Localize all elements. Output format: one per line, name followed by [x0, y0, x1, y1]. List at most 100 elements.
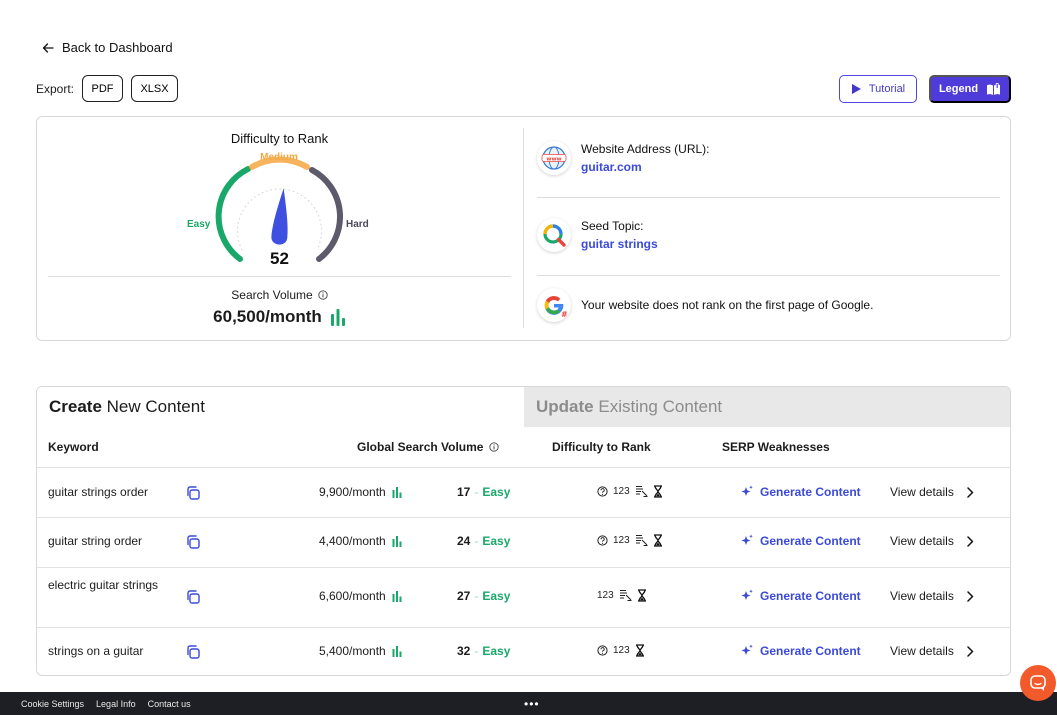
divider: [37, 467, 1010, 468]
website-link[interactable]: guitar.com: [581, 160, 710, 174]
hourglass-icon: [635, 644, 644, 657]
summary-card: Difficulty to Rank Medium Easy Hard 52 S…: [36, 116, 1011, 341]
website-row: www Website Address (URL): guitar.com: [537, 141, 1000, 175]
volume-value: 6,600/month: [319, 589, 386, 603]
info-icon[interactable]: [318, 290, 328, 300]
copy-icon[interactable]: [185, 534, 201, 555]
view-details-link[interactable]: View details: [890, 534, 974, 548]
google-rank-note: Your website does not rank on the first …: [581, 298, 874, 312]
generate-content-button[interactable]: Generate Content: [740, 534, 861, 548]
sparkle-icon: [741, 534, 753, 545]
question-icon: [597, 486, 608, 497]
column-header-difficulty: Difficulty to Rank: [552, 440, 651, 454]
footer-cookie-settings-link[interactable]: Cookie Settings: [21, 699, 84, 709]
view-details-link[interactable]: View details: [890, 644, 974, 658]
back-to-dashboard-link[interactable]: Back to Dashboard: [42, 40, 173, 55]
book-icon: [987, 82, 1001, 95]
bar-chart-icon: [330, 308, 345, 326]
gauge-title: Difficulty to Rank: [230, 131, 329, 146]
svg-text:#: #: [561, 310, 567, 318]
serp-code: 123: [597, 590, 614, 601]
gauge-label-hard: Hard: [346, 219, 369, 230]
gauge-segment-hard: [309, 167, 343, 262]
keyword-table-card: Create New Content Update Existing Conte…: [36, 386, 1011, 676]
volume-value: 4,400/month: [319, 534, 386, 548]
horizontal-scrollbar[interactable]: [732, 675, 872, 676]
google-icon: #: [537, 288, 571, 322]
divider: [37, 567, 1010, 568]
sparkle-icon: [741, 485, 753, 496]
vertical-divider: [523, 128, 524, 328]
chat-widget-button[interactable]: [1020, 665, 1056, 701]
serp-code: 123: [613, 645, 630, 656]
search-volume-value: 60,500/month: [213, 307, 322, 326]
tutorial-button[interactable]: Tutorial: [839, 75, 917, 103]
difficulty-level: Easy: [482, 534, 511, 548]
legend-label: Legend: [938, 83, 979, 95]
keyword-cell: electric guitar strings: [48, 578, 159, 592]
copy-icon[interactable]: [185, 485, 201, 506]
export-pdf-button[interactable]: PDF: [82, 75, 124, 102]
gauge-label-easy: Easy: [187, 219, 211, 230]
bar-chart-icon: [392, 645, 402, 657]
tab-update-existing-content[interactable]: Update Existing Content: [524, 387, 1010, 427]
keyword-cell: guitar strings order: [48, 485, 149, 499]
difficulty-cell: 24- Easy: [457, 534, 511, 548]
more-dots-icon[interactable]: •••: [524, 692, 540, 715]
chat-icon: [1030, 675, 1046, 691]
keyword-cell: strings on a guitar: [48, 644, 144, 658]
website-label: Website Address (URL):: [581, 142, 710, 156]
difficulty-cell: 32- Easy: [457, 644, 511, 658]
serp-weaknesses: 123: [597, 589, 647, 602]
copy-icon[interactable]: [185, 589, 201, 610]
question-icon: [597, 645, 608, 656]
view-details-label: View details: [890, 644, 954, 658]
generate-content-button[interactable]: Generate Content: [740, 485, 861, 499]
volume-cell: 6,600/month: [319, 589, 402, 603]
view-details-link[interactable]: View details: [890, 589, 974, 603]
column-header-volume-label: Global Search Volume: [357, 440, 484, 454]
search-volume-heading: Search Volume: [37, 288, 522, 302]
globe-www-icon: www: [537, 141, 571, 175]
play-icon: [851, 84, 861, 94]
export-group: Export: PDF XLSX: [36, 75, 179, 102]
difficulty-score: 27: [457, 589, 471, 603]
gauge-needle: [271, 188, 288, 245]
serp-code: 123: [613, 535, 630, 546]
footer-legal-info-link[interactable]: Legal Info: [96, 699, 136, 709]
difficulty-score: 32: [457, 644, 471, 658]
gauge-label-medium: Medium: [260, 152, 298, 163]
search-magnifier-icon: [537, 218, 571, 252]
export-xlsx-button[interactable]: XLSX: [131, 75, 179, 102]
bar-chart-icon: [392, 486, 402, 498]
serp-weaknesses: 123: [597, 644, 645, 657]
bar-chart-icon: [392, 590, 402, 602]
generate-content-label: Generate Content: [760, 589, 861, 603]
volume-cell: 5,400/month: [319, 644, 402, 658]
info-icon[interactable]: [489, 442, 500, 452]
generate-content-button[interactable]: Generate Content: [740, 589, 861, 603]
text-document-icon: [635, 535, 648, 546]
view-details-link[interactable]: View details: [890, 485, 974, 499]
copy-icon[interactable]: [185, 644, 201, 665]
volume-value: 9,900/month: [319, 485, 386, 499]
bar-chart-icon: [392, 535, 402, 547]
serp-weaknesses: 123: [597, 534, 663, 547]
view-details-label: View details: [890, 534, 954, 548]
tab-create-new-content[interactable]: Create New Content: [37, 387, 524, 427]
divider: [37, 517, 1010, 518]
footer-contact-link[interactable]: Contact us: [148, 699, 191, 709]
gauge-value: 52: [270, 249, 289, 268]
svg-text:www: www: [546, 156, 561, 162]
column-header-serp: SERP Weaknesses: [722, 440, 830, 454]
sparkle-icon: [741, 589, 753, 600]
serp-code: 123: [613, 486, 630, 497]
difficulty-level: Easy: [482, 485, 511, 499]
seed-topic-link[interactable]: guitar strings: [581, 237, 658, 251]
view-details-label: View details: [890, 485, 954, 499]
legend-button[interactable]: Legend: [929, 75, 1011, 103]
generate-content-button[interactable]: Generate Content: [740, 644, 861, 658]
seed-topic-row: Seed Topic: guitar strings: [537, 218, 1000, 252]
chevron-right-icon: [967, 535, 974, 547]
divider: [537, 197, 1000, 198]
